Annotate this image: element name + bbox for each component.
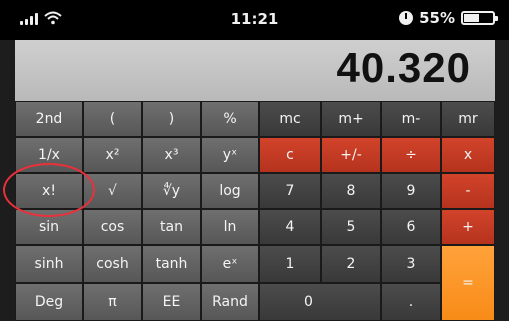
x-cubed-button[interactable]: x³ [142, 137, 201, 173]
tanh-button[interactable]: tanh [142, 245, 201, 283]
ee-label: EE [162, 294, 181, 310]
digit-1-button[interactable]: 1 [259, 245, 321, 283]
pi-button[interactable]: π [83, 283, 142, 321]
y-root-label: ∜y [162, 183, 181, 199]
y-root-button[interactable]: ∜y [142, 173, 201, 209]
memory-clear-button[interactable]: mc [259, 101, 321, 137]
digit-5-label: 5 [346, 219, 356, 235]
pi-label: π [108, 294, 117, 310]
keypad: 2nd ( ) % mc m+ m- mr 1/x x² x³ yˣ c +/-… [0, 0, 509, 321]
subtract-button[interactable]: - [441, 173, 495, 209]
x-squared-button[interactable]: x² [83, 137, 142, 173]
square-root-button[interactable]: √ [83, 173, 142, 209]
digit-7-button[interactable]: 7 [259, 173, 321, 209]
plus-minus-button[interactable]: +/- [321, 137, 381, 173]
cosh-button[interactable]: cosh [83, 245, 142, 283]
y-power-x-label: yˣ [222, 147, 238, 163]
deg-rad-button[interactable]: Deg [15, 283, 83, 321]
decimal-button[interactable]: . [381, 283, 441, 321]
digit-4-button[interactable]: 4 [259, 209, 321, 245]
digit-9-button[interactable]: 9 [381, 173, 441, 209]
x-cubed-label: x³ [164, 147, 179, 163]
deg-label: Deg [34, 294, 64, 310]
calculator-screen: 11:21 55% 40.320 2nd ( ) % mc m+ m- mr 1… [0, 0, 509, 321]
log-label: log [219, 183, 241, 199]
multiply-button[interactable]: x [441, 137, 495, 173]
digit-5-button[interactable]: 5 [321, 209, 381, 245]
mr-label: mr [458, 111, 478, 127]
sinh-button[interactable]: sinh [15, 245, 83, 283]
e-power-x-label: eˣ [222, 256, 238, 272]
memory-subtract-button[interactable]: m- [381, 101, 441, 137]
digit-2-button[interactable]: 2 [321, 245, 381, 283]
digit-6-label: 6 [406, 219, 416, 235]
log-button[interactable]: log [201, 173, 259, 209]
digit-3-label: 3 [406, 256, 416, 272]
open-paren-label: ( [109, 111, 116, 127]
clear-label: c [286, 147, 294, 163]
m-plus-label: m+ [338, 111, 364, 127]
multiply-label: x [463, 147, 473, 163]
cos-label: cos [100, 219, 125, 235]
clear-button[interactable]: c [259, 137, 321, 173]
digit-4-label: 4 [285, 219, 295, 235]
2nd-button[interactable]: 2nd [15, 101, 83, 137]
close-paren-label: ) [168, 111, 175, 127]
open-paren-button[interactable]: ( [83, 101, 142, 137]
subtract-label: - [465, 183, 471, 199]
m-minus-label: m- [401, 111, 421, 127]
digit-0-label: 0 [304, 294, 313, 310]
digit-0-button[interactable]: 0 [259, 283, 381, 321]
digit-6-button[interactable]: 6 [381, 209, 441, 245]
rand-button[interactable]: Rand [201, 283, 259, 321]
percent-label: % [223, 111, 237, 127]
divide-button[interactable]: ÷ [381, 137, 441, 173]
add-label: + [462, 219, 474, 235]
tan-label: tan [160, 219, 183, 235]
y-power-x-button[interactable]: yˣ [201, 137, 259, 173]
x-squared-label: x² [105, 147, 120, 163]
tanh-label: tanh [155, 256, 188, 272]
digit-8-label: 8 [346, 183, 356, 199]
ln-button[interactable]: ln [201, 209, 259, 245]
factorial-button[interactable]: x! [15, 173, 83, 209]
digit-8-button[interactable]: 8 [321, 173, 381, 209]
equals-button[interactable]: = [441, 245, 495, 321]
reciprocal-label: 1/x [38, 147, 60, 163]
cosh-label: cosh [96, 256, 129, 272]
percent-button[interactable]: % [201, 101, 259, 137]
close-paren-button[interactable]: ) [142, 101, 201, 137]
decimal-label: . [408, 294, 414, 310]
sinh-label: sinh [34, 256, 64, 272]
equals-label: = [462, 275, 474, 291]
digit-2-label: 2 [346, 256, 356, 272]
ln-label: ln [223, 219, 237, 235]
memory-recall-button[interactable]: mr [441, 101, 495, 137]
tan-button[interactable]: tan [142, 209, 201, 245]
factorial-label: x! [42, 183, 56, 199]
digit-9-label: 9 [406, 183, 416, 199]
rand-label: Rand [212, 294, 248, 310]
digit-3-button[interactable]: 3 [381, 245, 441, 283]
cos-button[interactable]: cos [83, 209, 142, 245]
digit-7-label: 7 [285, 183, 295, 199]
mc-label: mc [279, 111, 301, 127]
sin-button[interactable]: sin [15, 209, 83, 245]
memory-add-button[interactable]: m+ [321, 101, 381, 137]
add-button[interactable]: + [441, 209, 495, 245]
sin-label: sin [38, 219, 60, 235]
ee-button[interactable]: EE [142, 283, 201, 321]
divide-label: ÷ [405, 147, 417, 163]
reciprocal-button[interactable]: 1/x [15, 137, 83, 173]
2nd-label: 2nd [35, 111, 63, 127]
square-root-label: √ [108, 183, 117, 199]
e-power-x-button[interactable]: eˣ [201, 245, 259, 283]
digit-1-label: 1 [285, 256, 295, 272]
plus-minus-label: +/- [340, 147, 362, 163]
